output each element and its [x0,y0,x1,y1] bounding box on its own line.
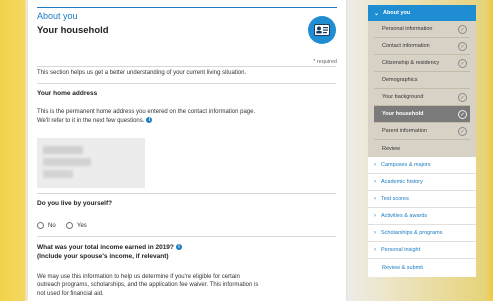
radio-label: Yes [77,222,87,229]
address-display [37,138,145,188]
main-panel: About you Your household * required This… [28,0,346,301]
redacted-text [43,158,91,166]
sidebar-item-personal-insight[interactable]: › Personal insight [368,242,476,259]
income-question-line: What was your total income earned in 201… [37,243,327,252]
sidebar-item-label: Your household [382,111,424,117]
checkmark-icon: ✓ [458,59,467,68]
chevron-right-icon: › [374,213,376,219]
progress-sidebar: ⌄ About you Personal information ✓ Conta… [368,5,476,277]
sidebar-item-personal-information[interactable]: Personal information ✓ [374,21,470,38]
sidebar-item-label: Campuses & majors [381,162,431,168]
live-alone-question: Do you live by yourself? [37,200,113,207]
home-address-line-text: We'll refer to it in the next few questi… [37,117,145,124]
info-icon[interactable]: i [146,116,153,123]
checkmark-icon: ✓ [458,93,467,102]
home-address-line: We'll refer to it in the next few questi… [37,116,307,126]
top-divider [37,7,337,8]
income-description-line: We may use this information to help us d… [37,274,240,280]
sidebar-item-campuses-majors[interactable]: › Campuses & majors [368,157,476,174]
divider [37,193,336,194]
checkmark-icon: ✓ [458,25,467,34]
radio-circle[interactable] [66,222,73,229]
divider [37,83,336,84]
sidebar-item-label: Parent information [382,128,427,134]
id-card-icon [308,16,336,44]
sidebar-item-label: Citizenship & residency [382,60,440,66]
sidebar-item-label: Demographics [382,77,418,83]
sidebar-subitems: Personal information ✓ Contact informati… [368,21,476,157]
checkmark-icon: ✓ [458,110,467,119]
sidebar-item-review-submit[interactable]: Review & submit [368,259,476,276]
sidebar-item-citizenship-residency[interactable]: Citizenship & residency ✓ [374,55,470,72]
income-description-line: outreach programs, scholarships, and the… [37,282,259,289]
page-title: Your household [37,25,109,36]
sidebar-item-label: Personal information [382,26,433,32]
chevron-right-icon: › [374,196,376,202]
sidebar-item-demographics[interactable]: Demographics [374,72,470,89]
income-question: What was your total income earned in 201… [37,243,327,261]
redacted-text [43,146,83,154]
sidebar-item-review[interactable]: Review [374,140,470,157]
sidebar-item-label: Your background [382,94,424,100]
sidebar-item-label: Personal insight [381,247,421,253]
sidebar-section-label: About you [383,10,411,16]
divider [37,66,336,67]
home-address-line: This is the permanent home address you e… [37,109,256,115]
sidebar-item-label: Academic history [381,179,423,185]
chevron-right-icon: › [374,230,376,236]
sidebar-item-your-background[interactable]: Your background ✓ [374,89,470,106]
sidebar-item-activities-awards[interactable]: › Activities & awards [368,208,476,225]
sidebar-item-label: Review & submit [382,264,423,271]
chevron-right-icon: › [374,179,376,185]
sidebar-item-parent-information[interactable]: Parent information ✓ [374,123,470,140]
sidebar-item-label: Review [382,145,401,152]
info-icon[interactable]: i [175,244,182,251]
intro-text: This section helps us get a better under… [37,70,247,76]
sidebar-item-your-household[interactable]: Your household ✓ [374,106,470,123]
sidebar-item-academic-history[interactable]: › Academic history [368,174,476,191]
radio-yes[interactable]: Yes [66,222,87,229]
income-description: We may use this information to help us d… [37,273,327,298]
radio-circle[interactable] [37,222,44,229]
sidebar-item-contact-information[interactable]: Contact information ✓ [374,38,470,55]
chevron-down-icon: ⌄ [374,10,380,17]
divider [37,236,336,237]
radio-no[interactable]: No [37,222,56,229]
home-address-description: This is the permanent home address you e… [37,108,307,125]
sidebar-item-test-scores[interactable]: › Test scores [368,191,476,208]
income-question-line: (Include your spouse's income, if releva… [37,253,169,260]
radio-label: No [48,222,56,229]
chevron-right-icon: › [374,162,376,168]
chevron-right-icon: › [374,247,376,253]
redacted-text [43,170,73,178]
sidebar-item-scholarships-programs[interactable]: › Scholarships & programs [368,225,476,242]
sidebar-item-label: Scholarships & programs [381,230,443,236]
home-address-title: Your home address [37,90,98,97]
sidebar-section-about-you[interactable]: ⌄ About you [368,5,476,21]
required-note: * required [313,59,337,65]
sidebar-item-label: Contact information [382,43,430,49]
sidebar-item-label: Test scores [381,196,409,202]
income-question-text: What was your total income earned in 201… [37,244,174,251]
income-description-line: not used for financial aid. [37,290,104,297]
sidebar-item-label: Activities & awards [381,213,428,219]
checkmark-icon: ✓ [458,127,467,136]
section-label: About you [37,11,78,21]
checkmark-icon: ✓ [458,42,467,51]
